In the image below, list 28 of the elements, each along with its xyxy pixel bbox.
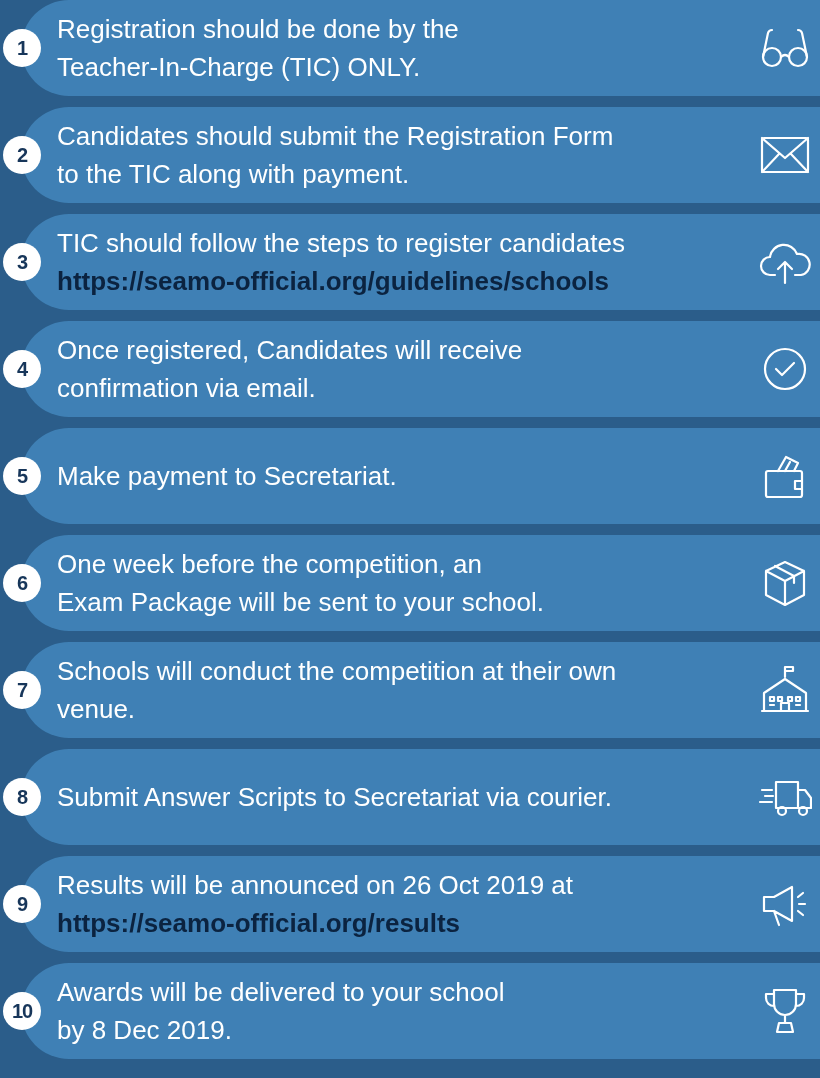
step-text: Make payment to Secretariat. — [57, 460, 398, 493]
step-text: Submit Answer Scripts to Secretariat via courier. — [57, 781, 613, 814]
step-number: 4 — [3, 350, 41, 388]
step-number: 5 — [3, 457, 41, 495]
step-number: 3 — [3, 243, 41, 281]
step-text: TIC should follow the steps to register candidates — [57, 227, 626, 260]
step-text: One week before the competition, an — [57, 548, 483, 581]
step-text: Teacher-In-Charge (TIC) ONLY. — [57, 51, 422, 84]
step-number: 8 — [3, 778, 41, 816]
step-text: Registration should be done by the — [57, 13, 460, 46]
step-number: 1 — [3, 29, 41, 67]
step-text: Schools will conduct the competition at their own — [57, 655, 618, 688]
step-number: 6 — [3, 564, 41, 602]
step-number: 7 — [3, 671, 41, 709]
step-link[interactable]: https://seamo-official.org/guidelines/schools — [57, 262, 609, 300]
step-text: venue. — [57, 693, 137, 726]
step-number: 10 — [3, 992, 41, 1030]
step-link[interactable]: https://seamo-official.org/results — [57, 904, 461, 942]
step-number: 9 — [3, 885, 41, 923]
step-text: confirmation via email. — [57, 372, 317, 405]
step-text: Candidates should submit the Registration Form — [57, 120, 615, 153]
step-text: Results will be announced on 26 Oct 2019 at — [57, 869, 574, 902]
step-text: to the TIC along with payment. — [57, 158, 411, 191]
step-text: Awards will be delivered to your school — [57, 976, 506, 1009]
step-number: 2 — [3, 136, 41, 174]
step-text: by 8 Dec 2019. — [57, 1014, 233, 1047]
step-text: Exam Package will be sent to your school. — [57, 586, 546, 619]
step-text: Once registered, Candidates will receive — [57, 334, 524, 367]
